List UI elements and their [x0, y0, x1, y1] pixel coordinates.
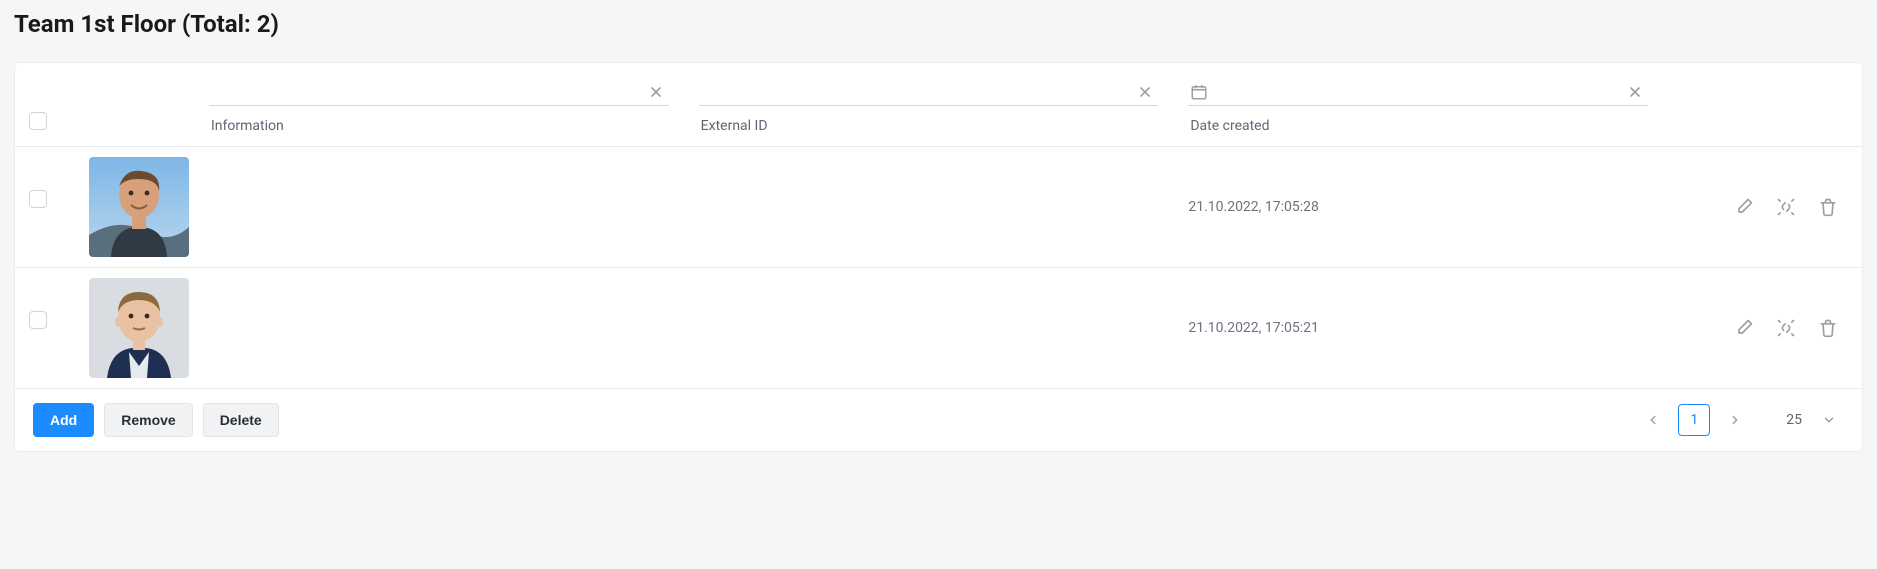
prev-page-button[interactable]: [1638, 405, 1668, 435]
edit-icon[interactable]: [1734, 318, 1754, 338]
page-size-select[interactable]: 25: [1778, 408, 1844, 432]
next-page-button[interactable]: [1720, 405, 1750, 435]
table-header: Information External ID: [15, 63, 1862, 147]
filter-external-id-input[interactable]: [699, 77, 1159, 106]
team-panel: Information External ID: [14, 62, 1863, 452]
pagination: 1 25: [1638, 404, 1844, 436]
clear-icon[interactable]: [647, 83, 665, 101]
row-checkbox[interactable]: [29, 190, 47, 208]
filter-information-input[interactable]: [209, 77, 669, 106]
unlink-icon[interactable]: [1776, 318, 1796, 338]
column-date-label: Date created: [1188, 112, 1648, 146]
edit-icon[interactable]: [1734, 197, 1754, 217]
calendar-icon: [1190, 83, 1208, 101]
avatar: [89, 278, 189, 378]
column-information-label: Information: [209, 112, 669, 146]
filter-date-input[interactable]: [1188, 77, 1648, 106]
table-row: 21.10.2022, 17:05:21: [15, 268, 1862, 389]
clear-icon[interactable]: [1626, 83, 1644, 101]
delete-button[interactable]: Delete: [203, 403, 279, 437]
table-footer: Add Remove Delete 1 25: [15, 389, 1862, 451]
cell-date: 21.10.2022, 17:05:28: [1188, 199, 1319, 215]
avatar: [89, 157, 189, 257]
clear-icon[interactable]: [1136, 83, 1154, 101]
column-external-id-label: External ID: [699, 112, 1159, 146]
cell-date: 21.10.2022, 17:05:21: [1188, 320, 1319, 336]
row-checkbox[interactable]: [29, 311, 47, 329]
trash-icon[interactable]: [1818, 197, 1838, 217]
table-row: 21.10.2022, 17:05:28: [15, 147, 1862, 268]
page-title: Team 1st Floor (Total: 2): [14, 10, 1863, 38]
trash-icon[interactable]: [1818, 318, 1838, 338]
page-number[interactable]: 1: [1678, 404, 1710, 436]
remove-button[interactable]: Remove: [104, 403, 192, 437]
chevron-down-icon: [1822, 413, 1836, 427]
select-all-checkbox[interactable]: [29, 112, 47, 130]
add-button[interactable]: Add: [33, 403, 94, 437]
page-size-value: 25: [1786, 412, 1802, 428]
unlink-icon[interactable]: [1776, 197, 1796, 217]
